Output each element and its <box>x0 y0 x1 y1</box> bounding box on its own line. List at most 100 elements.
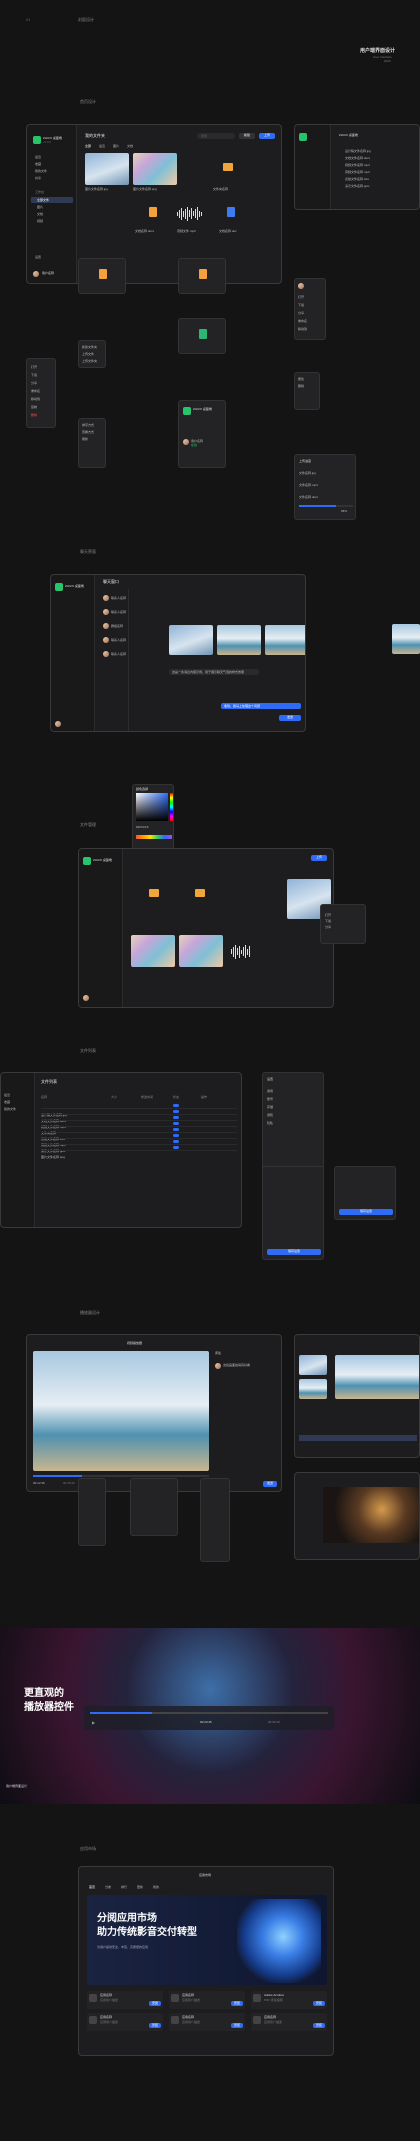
image-message[interactable] <box>392 624 420 654</box>
list-row[interactable]: 演示文件名称.pptx <box>345 184 370 188</box>
hue-slider[interactable] <box>170 793 173 821</box>
contact-item[interactable]: 联系人名称 <box>111 638 126 642</box>
file-card[interactable] <box>78 258 126 294</box>
toggle-switch[interactable] <box>173 1104 179 1107</box>
image-thumbnail[interactable] <box>131 935 175 967</box>
install-button[interactable]: 安装 <box>231 2001 243 2006</box>
color-field[interactable] <box>136 793 168 821</box>
seek-bar[interactable] <box>33 1475 209 1477</box>
menu-item[interactable]: 移动到 <box>298 327 307 331</box>
menu-item-share[interactable]: 分享 <box>31 381 37 385</box>
image-thumbnail[interactable] <box>85 153 129 185</box>
sidebar-item[interactable]: 我的文件 <box>4 1107 16 1111</box>
table-row[interactable]: 图片文件名称.png <box>41 1145 237 1159</box>
save-settings-button[interactable]: 保存设置 <box>339 1209 393 1215</box>
contact-item[interactable]: 联系人名称 <box>111 596 126 600</box>
new-button[interactable]: 新建 <box>239 133 255 139</box>
file-card[interactable] <box>178 258 226 294</box>
audio-waveform-icon[interactable] <box>177 205 217 221</box>
toggle-switch[interactable] <box>173 1116 179 1119</box>
seek-bar[interactable] <box>90 1712 328 1714</box>
preview-frame[interactable] <box>335 1355 419 1399</box>
tab-recent[interactable]: 最近 <box>99 144 105 148</box>
sidebar-item-recent[interactable]: 最近 <box>35 155 41 159</box>
video-frame[interactable] <box>33 1351 209 1471</box>
tab-docs[interactable]: 文档 <box>127 144 133 148</box>
sidebar-item[interactable]: 最近 <box>4 1093 10 1097</box>
image-thumbnail[interactable] <box>179 935 223 967</box>
menu-item[interactable]: 重命名 <box>298 319 307 323</box>
play-icon[interactable]: ▶ <box>92 1720 95 1725</box>
app-card[interactable]: 应用名称 应用简介描述 安装 <box>169 2013 245 2031</box>
image-message[interactable] <box>265 625 305 655</box>
save-settings-button[interactable]: 保存设置 <box>267 1249 321 1255</box>
toggle-switch[interactable] <box>173 1146 179 1149</box>
menu-item[interactable]: 删除 <box>298 384 304 388</box>
image-message[interactable] <box>169 625 213 655</box>
tab-all[interactable]: 全部 <box>85 144 91 148</box>
list-row[interactable]: 设计稿文件名称.jpg <box>345 149 371 153</box>
install-button[interactable]: 安装 <box>149 2001 161 2006</box>
menu-item[interactable]: 下载 <box>325 919 331 923</box>
menu-item[interactable]: 打开 <box>325 913 331 917</box>
toggle-switch[interactable] <box>173 1122 179 1125</box>
avatar[interactable] <box>55 721 61 727</box>
hex-value[interactable]: #2F6CF6 <box>136 825 149 829</box>
audio-waveform-icon[interactable] <box>231 943 271 959</box>
toggle-switch[interactable] <box>173 1110 179 1113</box>
document-icon[interactable] <box>149 207 157 217</box>
nav-ranking[interactable]: 排行 <box>121 1885 127 1889</box>
menu-item[interactable]: 分享 <box>298 311 304 315</box>
app-card[interactable]: 应用名称 应用简介描述 安装 <box>169 1991 245 2009</box>
menu-item-move[interactable]: 移动到 <box>31 397 40 401</box>
image-message[interactable] <box>217 625 261 655</box>
sidebar-item[interactable]: 收藏 <box>4 1100 10 1104</box>
list-row[interactable]: 视频文件名称.mp4 <box>345 163 370 167</box>
menu-item-copy[interactable]: 复制 <box>31 405 37 409</box>
settings-item[interactable]: 通用 <box>267 1089 273 1093</box>
timeline-track[interactable] <box>299 1435 417 1441</box>
list-row[interactable]: 音频文件名称.mp3 <box>345 170 370 174</box>
nav-mine[interactable]: 我的 <box>153 1885 159 1889</box>
avatar[interactable] <box>83 995 89 1001</box>
upload-button[interactable]: 上传 <box>259 133 275 139</box>
folder-icon[interactable] <box>149 889 159 897</box>
nav-home[interactable]: 首页 <box>89 1885 95 1889</box>
send-button[interactable]: 发送 <box>279 715 301 721</box>
app-card[interactable]: 应用名称 应用简介描述 安装 <box>87 1991 163 2009</box>
menu-item[interactable]: 分享 <box>325 925 331 929</box>
folder-icon[interactable] <box>223 163 233 171</box>
install-button[interactable]: 安装 <box>149 2023 161 2028</box>
sidebar-group-allfiles[interactable]: 全部文件 <box>37 198 49 202</box>
sidebar-group-images[interactable]: 图片 <box>37 205 43 209</box>
contact-item[interactable]: 联系人名称 <box>111 610 126 614</box>
image-thumbnail[interactable] <box>133 153 177 185</box>
toggle-switch[interactable] <box>173 1134 179 1137</box>
settings-item[interactable]: 通知 <box>267 1113 273 1117</box>
install-button[interactable]: 安装 <box>313 2001 325 2006</box>
sidebar-group-docs[interactable]: 文档 <box>37 212 43 216</box>
contact-item[interactable]: 联系人名称 <box>111 652 126 656</box>
settings-item[interactable]: 隐私 <box>267 1121 273 1125</box>
menu-item-download[interactable]: 下载 <box>31 373 37 377</box>
menu-item[interactable]: 查看方式 <box>82 430 94 434</box>
menu-item[interactable]: 下载 <box>298 303 304 307</box>
nav-updates[interactable]: 更新 <box>137 1885 143 1889</box>
sidebar-item-settings[interactable]: 设置 <box>35 255 41 259</box>
menu-item[interactable]: 打开 <box>298 295 304 299</box>
sidebar-item-favorites[interactable]: 收藏 <box>35 162 41 166</box>
send-comment-button[interactable]: 发送 <box>263 1481 277 1487</box>
sidebar-group-videos[interactable]: 视频 <box>37 219 43 223</box>
menu-item-delete[interactable]: 删除 <box>31 413 37 417</box>
menu-item-rename[interactable]: 重命名 <box>31 389 40 393</box>
toggle-switch[interactable] <box>173 1128 179 1131</box>
menu-item[interactable]: 新建文件夹 <box>82 345 97 349</box>
image-thumbnail[interactable] <box>299 1379 327 1399</box>
menu-item[interactable]: 属性 <box>298 377 304 381</box>
folder-icon[interactable] <box>195 889 205 897</box>
menu-item[interactable]: 排序方式 <box>82 423 94 427</box>
video-frame[interactable] <box>323 1487 419 1543</box>
install-button[interactable]: 安装 <box>231 2023 243 2028</box>
menu-item[interactable]: 刷新 <box>82 437 88 441</box>
upload-button[interactable]: 上传 <box>311 855 327 861</box>
